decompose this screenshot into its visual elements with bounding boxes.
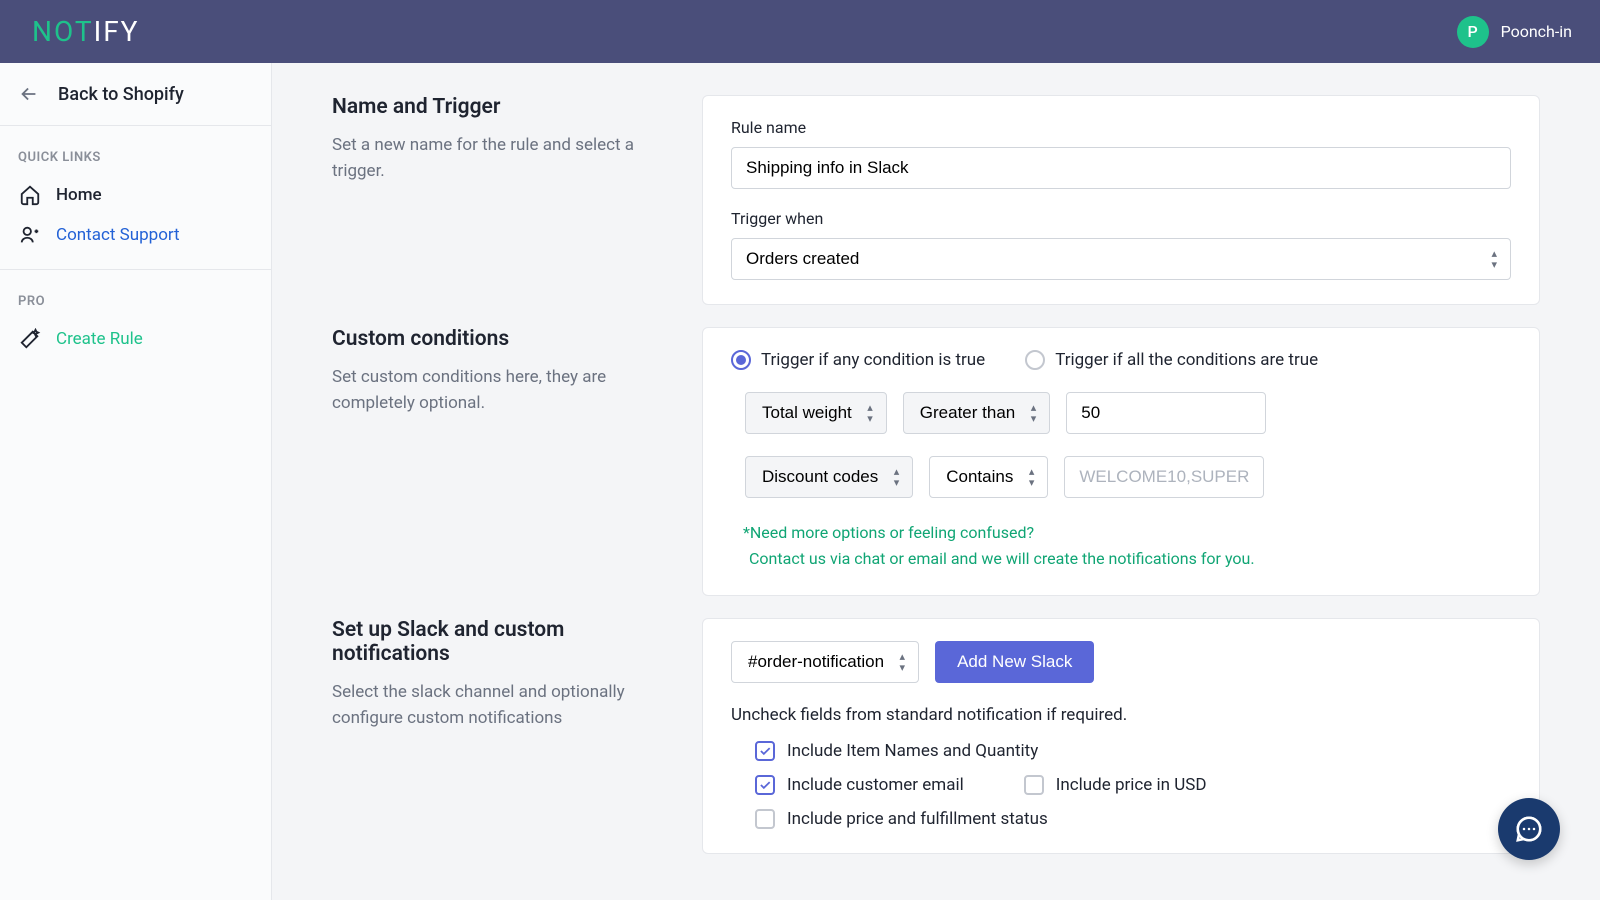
- main-content: Name and Trigger Set a new name for the …: [272, 63, 1600, 900]
- condition2-value-input[interactable]: [1064, 456, 1264, 498]
- support-label: Contact Support: [56, 225, 180, 245]
- section-title-name-trigger: Name and Trigger: [332, 95, 662, 119]
- condition1-field-select[interactable]: Total weight: [745, 392, 887, 434]
- app-logo: NOTIFY: [32, 15, 140, 48]
- section-desc-conditions: Set custom conditions here, they are com…: [332, 365, 662, 416]
- chat-widget-button[interactable]: [1498, 798, 1560, 860]
- rule-name-input[interactable]: [731, 147, 1511, 189]
- support-icon: [18, 223, 42, 247]
- help-line1: *Need more options or feeling confused?: [743, 520, 1511, 546]
- section-title-slack: Set up Slack and custom notifications: [332, 618, 662, 666]
- radio-all-label: Trigger if all the conditions are true: [1055, 350, 1318, 370]
- check-item-names[interactable]: Include Item Names and Quantity: [755, 741, 1511, 761]
- check-label: Include price and fulfillment status: [787, 809, 1048, 829]
- trigger-value: Orders created: [746, 249, 859, 269]
- home-label: Home: [56, 185, 102, 205]
- radio-icon: [1025, 350, 1045, 370]
- arrow-left-icon: [18, 83, 40, 105]
- quick-links-label: QUICK LINKS: [0, 126, 271, 175]
- create-rule-label: Create Rule: [56, 329, 143, 349]
- radio-any-condition[interactable]: Trigger if any condition is true: [731, 350, 985, 370]
- help-text: *Need more options or feeling confused? …: [743, 520, 1511, 571]
- check-price-fulfillment[interactable]: Include price and fulfillment status: [755, 809, 1511, 829]
- channel-value: #order-notification: [748, 652, 884, 672]
- section-desc-name-trigger: Set a new name for the rule and select a…: [332, 133, 662, 184]
- topbar: NOTIFY P Poonch-in: [0, 0, 1600, 63]
- logo-part1: NOT: [32, 15, 94, 48]
- uncheck-note: Uncheck fields from standard notificatio…: [731, 705, 1511, 725]
- trigger-when-label: Trigger when: [731, 209, 1511, 228]
- help-line2: Contact us via chat or email and we will…: [743, 546, 1511, 572]
- checkbox-icon: [755, 741, 775, 761]
- check-label: Include customer email: [787, 775, 964, 795]
- sidebar-item-home[interactable]: Home: [0, 175, 271, 215]
- radio-all-conditions[interactable]: Trigger if all the conditions are true: [1025, 350, 1318, 370]
- condition1-operator-select[interactable]: Greater than: [903, 392, 1050, 434]
- back-to-shopify[interactable]: Back to Shopify: [0, 63, 271, 126]
- condition1-value-input[interactable]: [1066, 392, 1266, 434]
- sidebar-item-create-rule[interactable]: Create Rule: [0, 319, 271, 359]
- check-price-usd[interactable]: Include price in USD: [1024, 775, 1207, 795]
- magic-wand-icon: [18, 327, 42, 351]
- home-icon: [18, 183, 42, 207]
- section-title-conditions: Custom conditions: [332, 327, 662, 351]
- avatar: P: [1457, 16, 1489, 48]
- sidebar-item-support[interactable]: Contact Support: [0, 215, 271, 255]
- card-slack: #order-notification ▴▾ Add New Slack Unc…: [702, 618, 1540, 854]
- cond2-field-value: Discount codes: [762, 467, 878, 487]
- check-customer-email[interactable]: Include customer email: [755, 775, 964, 795]
- rule-name-label: Rule name: [731, 118, 1511, 137]
- pro-label: PRO: [0, 270, 271, 319]
- check-label: Include Item Names and Quantity: [787, 741, 1038, 761]
- user-name: Poonch-in: [1501, 22, 1572, 41]
- radio-icon: [731, 350, 751, 370]
- condition2-operator-select[interactable]: Contains: [929, 456, 1048, 498]
- check-label: Include price in USD: [1056, 775, 1207, 795]
- logo-part2: IFY: [94, 15, 140, 48]
- card-name-trigger: Rule name Trigger when Orders created ▴▾: [702, 95, 1540, 305]
- checkbox-icon: [755, 809, 775, 829]
- add-new-slack-button[interactable]: Add New Slack: [935, 641, 1094, 683]
- slack-channel-select[interactable]: #order-notification: [731, 641, 919, 683]
- radio-any-label: Trigger if any condition is true: [761, 350, 985, 370]
- user-menu[interactable]: P Poonch-in: [1457, 16, 1572, 48]
- cond2-op-value: Contains: [946, 467, 1013, 487]
- checkbox-icon: [755, 775, 775, 795]
- back-label: Back to Shopify: [58, 84, 184, 105]
- cond1-field-value: Total weight: [762, 403, 852, 423]
- sidebar: Back to Shopify QUICK LINKS Home Contact…: [0, 63, 272, 900]
- condition2-field-select[interactable]: Discount codes: [745, 456, 913, 498]
- section-desc-slack: Select the slack channel and optionally …: [332, 680, 662, 731]
- checkbox-icon: [1024, 775, 1044, 795]
- cond1-op-value: Greater than: [920, 403, 1015, 423]
- card-conditions: Trigger if any condition is true Trigger…: [702, 327, 1540, 596]
- trigger-when-select[interactable]: Orders created: [731, 238, 1511, 280]
